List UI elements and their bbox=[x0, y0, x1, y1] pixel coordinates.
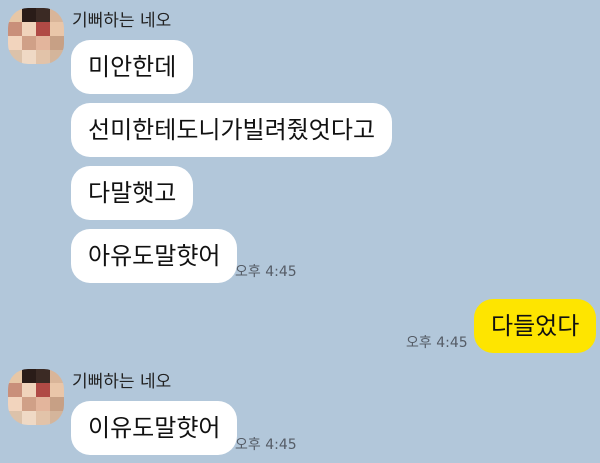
sender-name: 기뻐하는 네오 bbox=[72, 372, 172, 392]
message-bubble[interactable]: 다말햇고 bbox=[71, 166, 194, 220]
message-bubble[interactable]: 선미한테도니가빌려줬엇다고 bbox=[71, 103, 393, 157]
sender-avatar[interactable] bbox=[8, 8, 64, 64]
message-timestamp: 오후 4:45 bbox=[235, 437, 297, 453]
sender-avatar[interactable] bbox=[8, 369, 64, 425]
my-message-bubble[interactable]: 다들었다 bbox=[474, 299, 597, 353]
message-timestamp: 오후 4:45 bbox=[235, 264, 297, 280]
message-bubble[interactable]: 이유도말햣어 bbox=[71, 401, 238, 455]
message-timestamp: 오후 4:45 bbox=[406, 335, 468, 351]
message-bubble[interactable]: 미안한데 bbox=[71, 40, 194, 94]
message-bubble[interactable]: 아유도말햣어 bbox=[71, 229, 238, 283]
sender-name: 기뻐하는 네오 bbox=[72, 11, 172, 31]
